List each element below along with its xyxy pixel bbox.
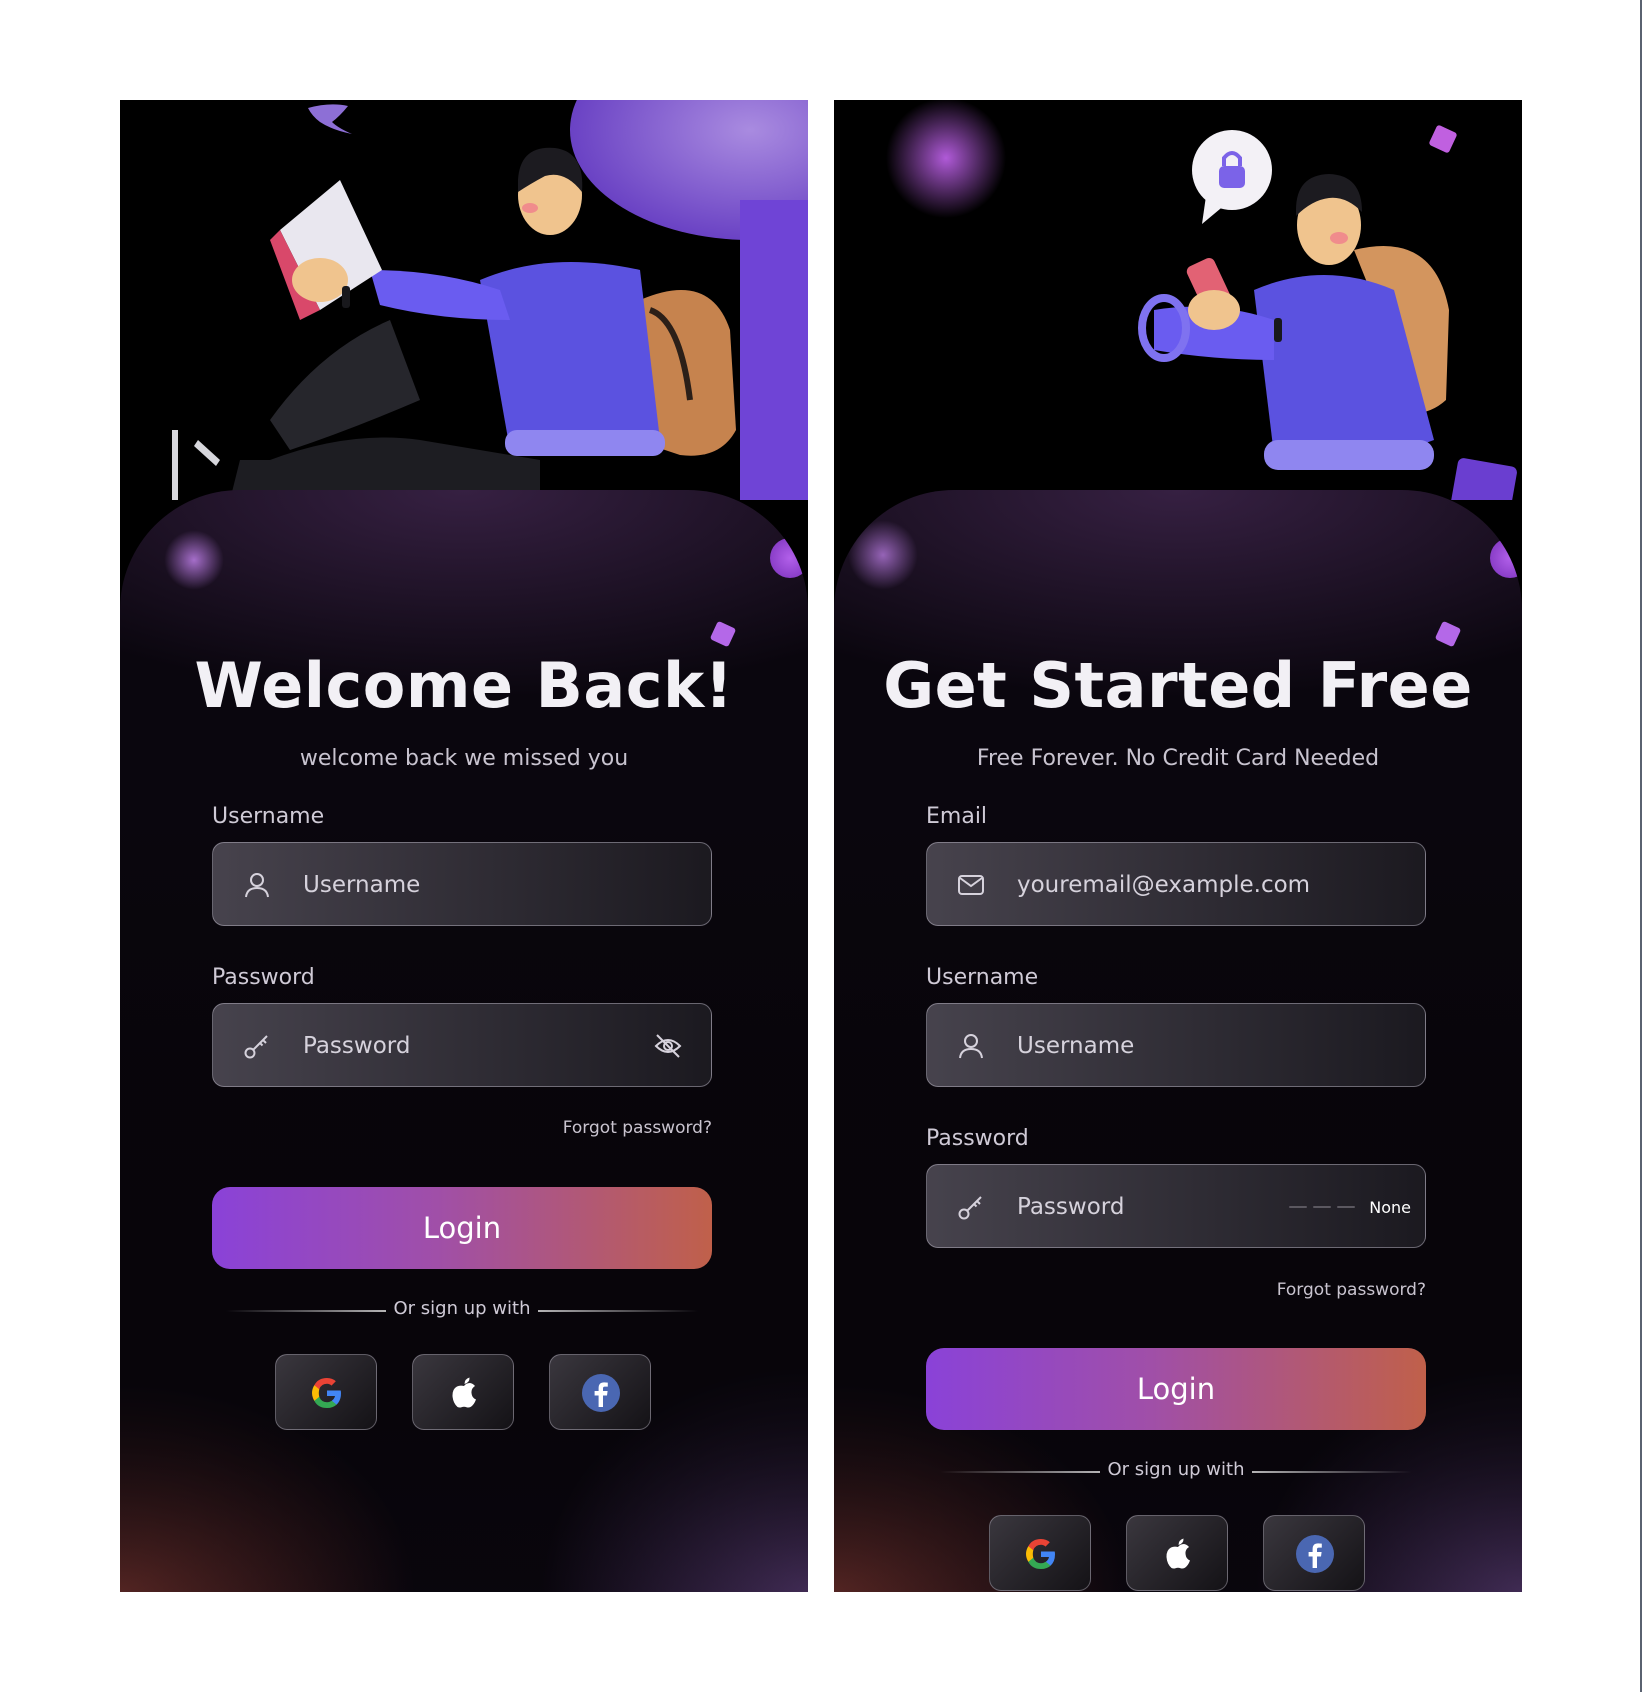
glow-orb	[770, 538, 808, 578]
password-input[interactable]	[303, 1030, 633, 1062]
social-divider: Or sign up with	[926, 1457, 1426, 1487]
mail-icon	[958, 875, 984, 895]
username-input[interactable]	[303, 869, 633, 901]
facebook-icon	[1296, 1535, 1334, 1573]
password-label: Password	[212, 965, 315, 990]
divider-text: Or sign up with	[1107, 1459, 1245, 1480]
facebook-icon	[582, 1374, 620, 1412]
glow-orb	[164, 530, 224, 590]
username-input[interactable]	[1017, 1030, 1347, 1062]
google-login-button[interactable]	[989, 1515, 1091, 1591]
facebook-login-button[interactable]	[1263, 1515, 1365, 1591]
social-login-group	[275, 1354, 651, 1430]
window-edge	[1640, 0, 1642, 1692]
password-field[interactable]	[212, 1003, 712, 1087]
login-card: Welcome Back! welcome back we missed you…	[120, 490, 808, 1592]
page-subtitle: welcome back we missed you	[299, 746, 629, 771]
username-field[interactable]	[212, 842, 712, 926]
username-label: Username	[926, 965, 1039, 990]
hero-illustration	[834, 100, 1522, 500]
email-field[interactable]	[926, 842, 1426, 926]
login-button[interactable]: Login	[926, 1348, 1426, 1430]
divider-text: Or sign up with	[393, 1298, 531, 1319]
password-label: Password	[926, 1126, 1029, 1151]
page-subtitle: Free Forever. No Credit Card Needed	[976, 746, 1380, 771]
hero-illustration	[120, 100, 808, 500]
login-button[interactable]: Login	[212, 1187, 712, 1269]
google-login-button[interactable]	[275, 1354, 377, 1430]
floating-cube	[709, 620, 737, 648]
page-title: Get Started Free	[883, 649, 1473, 722]
social-login-group	[989, 1515, 1365, 1591]
password-strength-label: None	[1369, 1197, 1411, 1217]
reading-person-illustration	[172, 100, 808, 500]
forgot-password-link[interactable]: Forgot password?	[563, 1118, 712, 1138]
password-input[interactable]	[1017, 1191, 1257, 1223]
apple-login-button[interactable]	[1126, 1515, 1228, 1591]
glow-orb	[848, 520, 918, 590]
login-screen: Welcome Back! welcome back we missed you…	[120, 100, 808, 1592]
floating-cube	[1434, 620, 1462, 648]
user-icon	[959, 1034, 983, 1059]
google-icon	[312, 1378, 341, 1408]
phone-person-illustration	[886, 100, 1517, 500]
username-field[interactable]	[926, 1003, 1426, 1087]
facebook-login-button[interactable]	[549, 1354, 651, 1430]
password-field[interactable]: None	[926, 1164, 1426, 1248]
key-icon	[958, 1196, 982, 1220]
glow-orb	[1490, 538, 1522, 578]
email-input[interactable]	[1017, 869, 1347, 901]
username-label: Username	[212, 804, 325, 829]
google-icon	[1026, 1539, 1055, 1569]
social-divider: Or sign up with	[212, 1296, 712, 1326]
forgot-password-link[interactable]: Forgot password?	[1277, 1280, 1426, 1300]
page-title: Welcome Back!	[194, 649, 734, 722]
email-label: Email	[926, 804, 988, 829]
signup-card: Get Started Free Free Forever. No Credit…	[834, 490, 1522, 1592]
key-icon	[244, 1035, 268, 1059]
password-strength-meter: None	[1289, 1193, 1411, 1221]
apple-icon	[1166, 1538, 1190, 1569]
apple-icon	[452, 1377, 476, 1408]
user-icon	[245, 873, 269, 898]
eye-off-icon[interactable]	[653, 1031, 683, 1061]
apple-login-button[interactable]	[412, 1354, 514, 1430]
signup-screen: Get Started Free Free Forever. No Credit…	[834, 100, 1522, 1592]
